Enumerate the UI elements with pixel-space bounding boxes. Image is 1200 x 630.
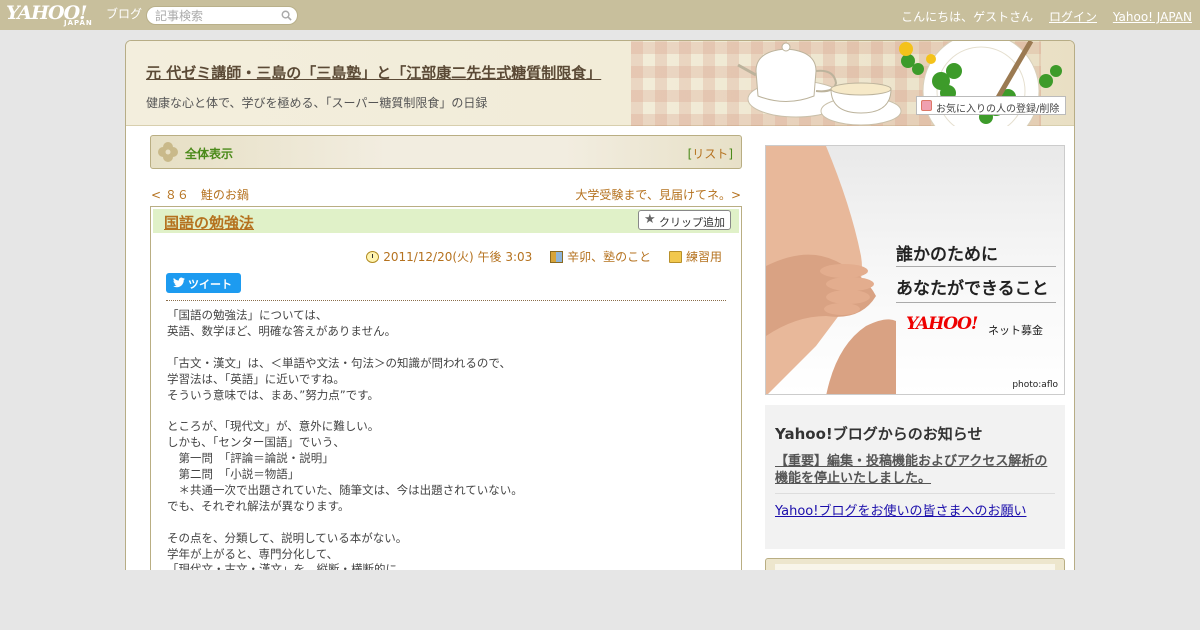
article-folder-link[interactable]: 練習用 (686, 250, 722, 264)
blog-notice-box: Yahoo!ブログからのお知らせ 【重要】編集・投稿機能およびアクセス解析の機能… (765, 405, 1065, 549)
ad-photo-credit: photo:aflo (1012, 380, 1058, 390)
user-nav: こんにちは、ゲストさん ログイン Yahoo! JAPAN (889, 8, 1192, 25)
page-bottom-band (0, 570, 1200, 630)
article-meta: 2011/12/20(火) 午後 3:03 辛卯、塾のこと 練習用 (352, 248, 722, 265)
global-header: YAHOO! JAPAN ブログ こんにちは、ゲストさん ログイン Yahoo!… (0, 0, 1200, 30)
list-bracket-close: ] (728, 147, 733, 161)
list-view-toggle: [リスト] (688, 145, 733, 162)
notice-item-request[interactable]: Yahoo!ブログをお使いの皆さまへのお願い (775, 500, 1026, 519)
ad-yahoo-logo: YAHOO! (906, 314, 978, 334)
clip-add-button[interactable]: ★ クリップ追加 (638, 210, 731, 230)
ad-headline-2: あなたができること (896, 279, 1049, 299)
ad-headline-1: 誰かのために (896, 245, 998, 265)
article-search-input[interactable] (155, 8, 275, 23)
tweet-label: ツイート (188, 278, 232, 291)
ad-rule-top (896, 266, 1056, 267)
blog-description: 健康な心と体で、学びを極める、「スーパー糖質制限食」の日録 (146, 96, 488, 110)
article-body-line: 第二問 「小説＝物語」 (167, 467, 300, 482)
favorite-icon (921, 100, 932, 111)
notice-item-important[interactable]: 【重要】編集・投稿機能およびアクセス解析の機能を停止いたしました。 (775, 453, 1055, 487)
yahoo-logo-japan: JAPAN (64, 19, 93, 27)
article-body-line: でも、それぞれ解法が異なります。 (167, 498, 350, 513)
favorite-register-button[interactable]: お気に入りの人の登録/削除 (916, 96, 1066, 115)
article-category-link[interactable]: 辛卯、塾のこと (567, 250, 651, 264)
previous-article-link[interactable]: < ８６ 鮭のお鍋 (151, 186, 249, 203)
tweet-button[interactable]: ツイート (166, 273, 241, 293)
ad-campaign-label: ネット募金 (988, 324, 1043, 337)
hands-photo (766, 146, 896, 394)
article-body-line: 「古文・漢文」は、＜単語や文法・句法＞の知識が問われるので、 (167, 355, 511, 370)
article-title[interactable]: 国語の勉強法 (164, 212, 254, 233)
article-body-line: 第一問 「評論＝論説・説明」 (167, 451, 334, 466)
article-date: 2011/12/20(火) 午後 3:03 (366, 248, 532, 265)
next-article-link[interactable]: 大学受験まで、見届けてネ。> (575, 186, 741, 203)
article-search-box (146, 6, 298, 25)
notice-heading: Yahoo!ブログからのお知らせ (775, 425, 983, 443)
article-body-line: そういう意味では、まあ、”努力点”です。 (167, 387, 380, 402)
article-body: 「国語の勉強法」については、 英語、数学ほど、明確な答えがありません。「古文・漢文… (167, 308, 727, 578)
article-body-line: ところが、「現代文」が、意外に難しい。 (167, 419, 380, 434)
article-body-line: その点を、分類して、説明している本がない。 (167, 530, 408, 545)
greeting-text: こんにちは、ゲストさん (901, 10, 1034, 24)
article-header: 国語の勉強法 ★ クリップ追加 (153, 209, 739, 233)
clover-icon (158, 142, 178, 162)
charity-ad-banner[interactable]: 誰かのために あなたができること YAHOO! ネット募金 photo:aflo (765, 145, 1065, 395)
notice-divider (775, 493, 1055, 494)
list-view-link[interactable]: リスト (692, 147, 728, 161)
article-body-line: 学年が上がると、専門分化して、 (167, 546, 339, 561)
search-icon[interactable] (281, 10, 292, 21)
article-divider (166, 300, 726, 301)
article-body-line (167, 340, 727, 356)
twitter-bird-icon (173, 277, 185, 288)
favorite-button-label: お気に入りの人の登録/削除 (936, 104, 1060, 115)
article-body-line: しかも、「センター国語」でいう、 (167, 435, 345, 450)
article-body-line (167, 403, 727, 419)
article-body-line: 学習法は、「英語」に近いですね。 (167, 371, 345, 386)
login-link[interactable]: ログイン (1049, 10, 1097, 24)
book-icon (550, 251, 564, 263)
article-body-line: 英語、数学ほど、明確な答えがありません。 (167, 323, 397, 338)
yahoo-blog-logo[interactable]: YAHOO! JAPAN ブログ (6, 2, 142, 28)
article-body-line: ＊共通一次で出題されていた、随筆文は、今は出題されていない。 (167, 482, 523, 497)
blog-page: 元 代ゼミ講師・三島の「三島塾」と「江部康二先生式糖質制限食」 健康な心と体で、… (125, 40, 1075, 630)
all-view-label: 全体表示 (185, 147, 234, 161)
article-body-line (167, 515, 727, 531)
all-view-bar: 全体表示 [リスト] (150, 135, 742, 169)
clock-icon (366, 251, 380, 263)
article: 国語の勉強法 ★ クリップ追加 2011/12/20(火) 午後 3:03 辛卯… (150, 206, 742, 630)
yahoo-japan-link[interactable]: Yahoo! JAPAN (1113, 10, 1192, 24)
blog-title[interactable]: 元 代ゼミ講師・三島の「三島塾」と「江部康二先生式糖質制限食」 (146, 62, 601, 83)
star-icon: ★ (644, 212, 656, 227)
article-folder: 練習用 (668, 248, 722, 265)
blog-header: 元 代ゼミ講師・三島の「三島塾」と「江部康二先生式糖質制限食」 健康な心と体で、… (126, 41, 1074, 126)
article-body-line: 「国語の勉強法」については、 (167, 308, 328, 322)
folder-icon (668, 251, 682, 263)
article-category: 辛卯、塾のこと (550, 248, 651, 265)
yahoo-logo-blog: ブログ (106, 7, 143, 21)
ad-rule-bottom (896, 302, 1056, 303)
article-date-link[interactable]: 2011/12/20(火) 午後 3:03 (383, 250, 532, 264)
clip-add-label: クリップ追加 (659, 216, 725, 229)
